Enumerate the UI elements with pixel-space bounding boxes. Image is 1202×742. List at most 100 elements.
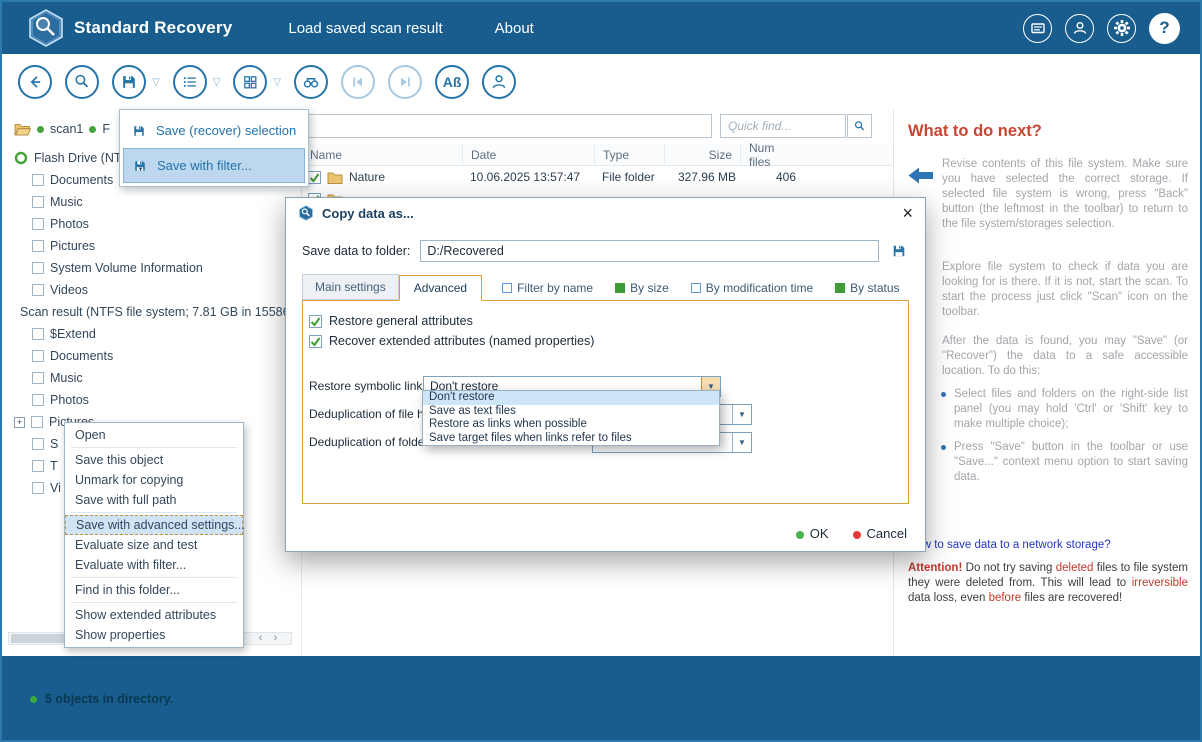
letter-case-button[interactable]: Aß xyxy=(435,65,469,99)
context-find-in-this-folder[interactable]: Find in this folder... xyxy=(65,580,243,600)
chevron-down-icon[interactable]: ▼ xyxy=(732,405,751,424)
checkbox-icon[interactable] xyxy=(32,262,44,274)
path-input[interactable] xyxy=(304,114,712,138)
context-unmark-for-copying[interactable]: Unmark for copying xyxy=(65,470,243,490)
tab-by-size[interactable]: By size xyxy=(613,276,671,300)
messages-icon[interactable] xyxy=(1023,14,1052,43)
tab-advanced[interactable]: Advanced xyxy=(399,275,482,301)
account-icon[interactable] xyxy=(1065,14,1094,43)
tree-item-pictures[interactable]: Pictures xyxy=(2,235,301,257)
network-storage-link[interactable]: How to save data to a network storage? xyxy=(908,539,1188,551)
tree-item-music-2[interactable]: Music xyxy=(2,367,301,389)
tree-item-documents-2[interactable]: Documents xyxy=(2,345,301,367)
context-show-extended-attributes[interactable]: Show extended attributes xyxy=(65,605,243,625)
checkbox-checked-icon[interactable] xyxy=(835,283,845,293)
checkbox-unchecked-icon[interactable] xyxy=(502,283,512,293)
tree-item-videos[interactable]: Videos xyxy=(2,279,301,301)
context-save-this-object[interactable]: Save this object xyxy=(65,450,243,470)
tab-by-modification-time[interactable]: By modification time xyxy=(689,276,815,300)
checkbox-icon[interactable] xyxy=(32,218,44,230)
tab-by-status[interactable]: By status xyxy=(833,276,901,300)
tree-item-system-volume-information[interactable]: System Volume Information xyxy=(2,257,301,279)
find-button[interactable] xyxy=(294,65,328,99)
tree-item-photos-2[interactable]: Photos xyxy=(2,389,301,411)
checkbox-icon[interactable] xyxy=(32,394,44,406)
checkbox-icon[interactable] xyxy=(32,328,44,340)
checkbox-icon[interactable] xyxy=(32,438,44,450)
table-row[interactable]: Nature 10.06.2025 13:57:47 File folder 3… xyxy=(302,166,892,188)
scroll-right-button[interactable]: › xyxy=(268,633,283,644)
checkbox-checked-icon[interactable] xyxy=(309,335,322,348)
restore-general-attributes-checkbox[interactable]: Restore general attributes xyxy=(309,311,902,331)
ok-button[interactable]: OK xyxy=(796,526,829,541)
user-profile-button[interactable] xyxy=(482,65,516,99)
menu-load-saved-scan-result[interactable]: Load saved scan result xyxy=(288,20,442,37)
dialog-tabs: Main settings Advanced Filter by name By… xyxy=(302,274,909,300)
tree-item-photos[interactable]: Photos xyxy=(2,213,301,235)
quick-find-search-button[interactable] xyxy=(847,114,872,138)
scan-search-button[interactable] xyxy=(65,65,99,99)
expander-plus-icon[interactable]: + xyxy=(14,417,25,428)
menu-about[interactable]: About xyxy=(495,20,534,37)
menu-save-recover-selection[interactable]: Save (recover) selection xyxy=(123,113,305,148)
file-name: Nature xyxy=(349,170,385,184)
tree-item-extend[interactable]: $Extend xyxy=(2,323,301,345)
context-show-properties[interactable]: Show properties xyxy=(65,625,243,645)
checkbox-icon[interactable] xyxy=(32,196,44,208)
row-checkbox-checked[interactable] xyxy=(308,171,321,184)
checkbox-icon[interactable] xyxy=(32,174,44,186)
tree-item-scan-result[interactable]: Scan result (NTFS file system; 7.81 GB i… xyxy=(2,301,301,323)
column-header-date[interactable]: Date xyxy=(462,144,594,165)
checkbox-icon[interactable] xyxy=(32,284,44,296)
tab-filter-by-name[interactable]: Filter by name xyxy=(500,276,595,300)
checkbox-checked-icon[interactable] xyxy=(309,315,322,328)
column-header-type[interactable]: Type xyxy=(594,144,664,165)
scrollbar-thumb[interactable] xyxy=(11,634,65,643)
recover-extended-attributes-checkbox[interactable]: Recover extended attributes (named prope… xyxy=(309,331,902,351)
view-dropdown-arrow[interactable]: ▽ xyxy=(273,77,281,88)
checkbox-icon[interactable] xyxy=(32,240,44,252)
previous-item-button[interactable] xyxy=(341,65,375,99)
option-save-as-text-files[interactable]: Save as text files xyxy=(423,405,719,419)
checkbox-checked-icon[interactable] xyxy=(615,283,625,293)
selection-options-dropdown-arrow[interactable]: ▽ xyxy=(213,77,221,88)
tree-item-label: Pictures xyxy=(50,239,95,253)
save-dropdown-arrow[interactable]: ▽ xyxy=(152,77,160,88)
context-save-with-advanced-settings[interactable]: Save with advanced settings... xyxy=(65,515,243,535)
column-header-num-files[interactable]: Num files xyxy=(740,144,802,165)
tree-item-music[interactable]: Music xyxy=(2,191,301,213)
close-icon[interactable]: × xyxy=(902,204,913,222)
next-item-button[interactable] xyxy=(388,65,422,99)
column-header-size[interactable]: Size xyxy=(664,144,740,165)
back-button[interactable] xyxy=(18,65,52,99)
tab-main-settings[interactable]: Main settings xyxy=(302,274,399,300)
selection-options-button[interactable] xyxy=(173,65,207,99)
option-restore-as-links[interactable]: Restore as links when possible xyxy=(423,418,719,432)
column-header-name[interactable]: Name xyxy=(302,144,462,165)
checkbox-icon[interactable] xyxy=(32,460,44,472)
save-to-folder-input[interactable] xyxy=(420,240,879,262)
cancel-button[interactable]: Cancel xyxy=(853,526,907,541)
checkbox-icon[interactable] xyxy=(32,482,44,494)
menu-save-with-filter[interactable]: Save with filter... xyxy=(123,148,305,183)
help-icon[interactable]: ? xyxy=(1149,13,1180,44)
checkbox-unchecked-icon[interactable] xyxy=(691,283,701,293)
option-dont-restore[interactable]: Don't restore xyxy=(423,391,719,405)
save-to-folder-label: Save data to folder: xyxy=(302,244,410,258)
checkbox-icon[interactable] xyxy=(31,416,43,428)
save-button[interactable] xyxy=(112,65,146,99)
quick-find-input[interactable] xyxy=(720,114,846,138)
settings-icon[interactable] xyxy=(1107,14,1136,43)
checkbox-icon[interactable] xyxy=(32,350,44,362)
context-evaluate-with-filter[interactable]: Evaluate with filter... xyxy=(65,555,243,575)
context-save-with-full-path[interactable]: Save with full path xyxy=(65,490,243,510)
chevron-down-icon[interactable]: ▼ xyxy=(732,433,751,452)
view-grid-button[interactable] xyxy=(233,65,267,99)
context-open[interactable]: Open xyxy=(65,425,243,445)
browse-save-icon[interactable] xyxy=(889,241,909,261)
checkbox-icon[interactable] xyxy=(32,372,44,384)
dedup-folder-label: Deduplication of folder h xyxy=(309,435,438,449)
context-evaluate-size-and-test[interactable]: Evaluate size and test xyxy=(65,535,243,555)
option-save-target-files[interactable]: Save target files when links refer to fi… xyxy=(423,432,719,446)
scroll-left-button[interactable]: ‹ xyxy=(253,633,268,644)
